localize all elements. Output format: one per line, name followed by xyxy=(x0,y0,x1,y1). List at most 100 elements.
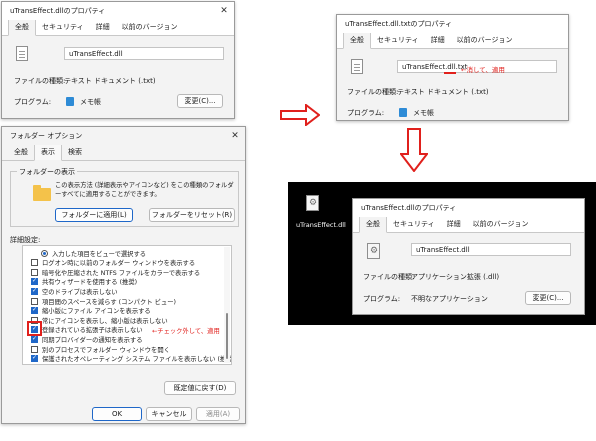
setting-label: 縮小版にファイル アイコンを表示する xyxy=(42,308,151,316)
checkbox[interactable] xyxy=(31,354,38,363)
window-title: uTransEffect.dllのプロパティ xyxy=(10,7,106,15)
checkbox-highlight xyxy=(27,321,42,336)
program-value: メモ帳 xyxy=(413,109,434,117)
setting-row[interactable]: 縮小版にファイル アイコンを表示する xyxy=(31,306,151,316)
tab-security[interactable]: セキュリティ xyxy=(36,20,90,35)
rename-annotation: ←消して、適用 xyxy=(461,66,505,74)
tab-previous-versions[interactable]: 以前のバージョン xyxy=(116,20,184,35)
setting-label: 別のプロセスでフォルダー ウィンドウを開く xyxy=(42,346,170,354)
close-icon[interactable]: ✕ xyxy=(225,127,245,145)
tab-details[interactable]: 詳細 xyxy=(425,33,451,48)
scrollbar[interactable] xyxy=(224,247,230,363)
properties-window-renamed: uTransEffect.dll.txtのプロパティ 全般 セキュリティ 詳細 … xyxy=(336,14,569,121)
tab-strip: 全般 セキュリティ 詳細 以前のバージョン xyxy=(353,216,584,233)
tab-previous-versions[interactable]: 以前のバージョン xyxy=(467,217,535,232)
checkbox[interactable] xyxy=(31,259,38,267)
tab-general[interactable]: 全般 xyxy=(343,32,371,49)
checkbox[interactable] xyxy=(31,287,38,295)
type-value: テキスト ドキュメント (.txt) xyxy=(64,77,156,85)
checkbox[interactable] xyxy=(31,297,38,305)
tab-security[interactable]: セキュリティ xyxy=(371,33,425,48)
tab-general[interactable]: 全般 xyxy=(8,19,36,36)
setting-row[interactable]: 保護されたオペレーティング システム ファイルを表示しない (推奨) xyxy=(31,354,232,364)
window-title: フォルダー オプション xyxy=(10,132,83,140)
type-value: テキスト ドキュメント (.txt) xyxy=(397,88,489,96)
window-title: uTransEffect.dllのプロパティ xyxy=(361,204,457,212)
checkbox[interactable] xyxy=(31,345,38,353)
radio-button[interactable] xyxy=(41,249,48,257)
notepad-icon xyxy=(399,108,407,117)
change-button[interactable]: 変更(C)... xyxy=(525,291,571,305)
setting-label: 項目間のスペースを減らす (コンパクト ビュー) xyxy=(42,298,176,306)
arrow-right-icon xyxy=(280,104,320,126)
setting-label: 入力した項目をビューで選択する xyxy=(52,250,147,258)
change-button[interactable]: 変更(C)... xyxy=(177,94,223,108)
title-bar[interactable]: フォルダー オプション ✕ xyxy=(2,127,245,145)
folder-icon xyxy=(33,185,51,201)
title-bar[interactable]: uTransEffect.dllのプロパティ xyxy=(353,199,584,217)
reset-folders-button[interactable]: フォルダーをリセット(R) xyxy=(149,208,235,222)
uncheck-annotation: ←チェック外して、適用 xyxy=(152,328,220,335)
program-value: メモ帳 xyxy=(80,98,101,106)
tab-security[interactable]: セキュリティ xyxy=(387,217,441,232)
title-bar[interactable]: uTransEffect.dllのプロパティ ✕ xyxy=(2,2,234,20)
advanced-settings-list[interactable]: 入力した項目をビューで選択するログオン時に以前のフォルダー ウィンドウを表示する… xyxy=(22,245,232,365)
setting-label: 暗号化や圧縮された NTFS ファイルをカラーで表示する xyxy=(42,269,201,277)
filename-field[interactable]: uTransEffect.dll xyxy=(64,47,224,60)
scrollbar-thumb[interactable] xyxy=(226,313,228,359)
title-bar[interactable]: uTransEffect.dll.txtのプロパティ xyxy=(337,15,568,33)
tab-strip: 全般 セキュリティ 詳細 以前のバージョン xyxy=(2,19,234,36)
program-label: プログラム: xyxy=(363,295,401,303)
setting-label: 同期プロバイダーの通知を表示する xyxy=(42,336,143,344)
dll-file-icon: ⚙ xyxy=(367,243,380,259)
apply-to-folders-button[interactable]: フォルダーに適用(L) xyxy=(55,208,133,222)
tab-search[interactable]: 検索 xyxy=(62,145,88,160)
setting-row[interactable]: 空のドライブは表示しない xyxy=(31,287,118,296)
dll-file-icon[interactable]: ⚙ xyxy=(306,195,319,211)
group-title: フォルダーの表示 xyxy=(17,167,77,177)
cancel-button[interactable]: キャンセル xyxy=(146,407,192,421)
setting-row[interactable]: 別のプロセスでフォルダー ウィンドウを開く xyxy=(31,345,170,354)
checkbox[interactable] xyxy=(31,277,38,286)
setting-label: 保護されたオペレーティング システム ファイルを表示しない (推奨) xyxy=(42,356,232,364)
tab-general[interactable]: 全般 xyxy=(359,216,387,233)
properties-window-original: uTransEffect.dllのプロパティ ✕ 全般 セキュリティ 詳細 以前… xyxy=(1,1,235,119)
checkbox[interactable] xyxy=(31,306,38,315)
ok-button[interactable]: OK xyxy=(92,407,142,421)
restore-defaults-button[interactable]: 既定値に戻す(D) xyxy=(164,381,236,395)
extension-strike-mark xyxy=(444,72,456,74)
setting-row[interactable]: ログオン時に以前のフォルダー ウィンドウを表示する xyxy=(31,259,195,267)
filename-field[interactable]: uTransEffect.dll xyxy=(411,243,571,256)
properties-window-restored: uTransEffect.dllのプロパティ 全般 セキュリティ 詳細 以前のバ… xyxy=(352,198,585,315)
program-value: 不明なアプリケーション xyxy=(411,295,488,303)
setting-label: 登録されている拡張子は表示しない xyxy=(42,327,143,335)
setting-row[interactable]: 常にアイコンを表示し、縮小版は表示しない xyxy=(31,316,168,325)
group-description: この表示方法 (詳細表示やアイコンなど) をこの種類のフォルダーすべてに適用する… xyxy=(55,182,234,198)
tab-details[interactable]: 詳細 xyxy=(441,217,467,232)
advanced-settings-label: 詳細設定: xyxy=(10,236,41,244)
text-file-icon xyxy=(351,59,363,74)
setting-label: ログオン時に以前のフォルダー ウィンドウを表示する xyxy=(42,260,196,268)
setting-row[interactable]: 登録されている拡張子は表示しない xyxy=(31,325,143,335)
tab-general[interactable]: 全般 xyxy=(8,145,34,160)
folder-options-window: フォルダー オプション ✕ 全般 表示 検索 フォルダーの表示 この表示方法 (… xyxy=(1,126,246,424)
program-label: プログラム: xyxy=(14,98,52,106)
folder-view-group: フォルダーの表示 この表示方法 (詳細表示やアイコンなど) をこの種類のフォルダ… xyxy=(10,167,239,227)
checkbox[interactable] xyxy=(31,268,38,276)
setting-row[interactable]: 項目間のスペースを減らす (コンパクト ビュー) xyxy=(31,297,176,306)
type-label: ファイルの種類: xyxy=(363,273,415,281)
tab-view[interactable]: 表示 xyxy=(34,144,62,161)
tab-details[interactable]: 詳細 xyxy=(90,20,116,35)
type-label: ファイルの種類: xyxy=(14,77,66,85)
apply-button[interactable]: 適用(A) xyxy=(196,407,240,421)
checkbox[interactable] xyxy=(31,335,38,343)
setting-row[interactable]: 入力した項目をビューで選択する xyxy=(41,249,147,258)
desktop-icon-label[interactable]: uTransEffect.dll xyxy=(296,221,346,229)
tab-previous-versions[interactable]: 以前のバージョン xyxy=(451,33,519,48)
setting-label: 空のドライブは表示しない xyxy=(42,288,118,296)
setting-row[interactable]: 暗号化や圧縮された NTFS ファイルをカラーで表示する xyxy=(31,268,201,277)
close-icon[interactable]: ✕ xyxy=(214,2,234,20)
setting-row[interactable]: 同期プロバイダーの通知を表示する xyxy=(31,335,143,344)
setting-row[interactable]: 共有ウィザードを使用する (推奨) xyxy=(31,277,138,287)
setting-label: 共有ウィザードを使用する (推奨) xyxy=(42,279,138,287)
